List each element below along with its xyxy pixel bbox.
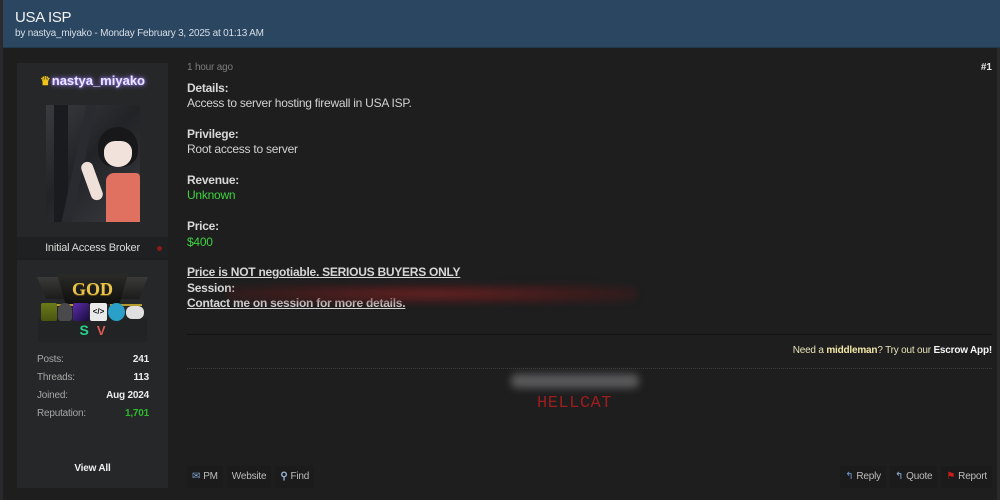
find-button[interactable]: ⚲ Find — [275, 466, 315, 488]
thread-byline: by nastya_miyako - Monday February 3, 20… — [15, 28, 264, 39]
thread-header: USA ISP by nastya_miyako - Monday Februa… — [3, 0, 1000, 48]
view-all-awards-link[interactable]: View All — [17, 463, 168, 474]
pm-label: PM — [203, 471, 218, 482]
revenue-value: Unknown — [187, 188, 236, 203]
post-actions-left: ✉ PM Website ⚲ Find — [187, 466, 318, 488]
stat-label: Joined: — [37, 390, 68, 401]
redacted-signature-url — [511, 374, 639, 388]
dotted-divider — [187, 368, 992, 369]
signature-text: HELLCAT — [537, 394, 612, 413]
mail-icon: ✉ — [192, 471, 201, 482]
website-label: Website — [231, 471, 267, 482]
price-label: Price: — [187, 219, 219, 234]
pm-button[interactable]: ✉ PM — [187, 466, 223, 488]
thread-title: USA ISP — [15, 9, 72, 26]
post-time[interactable]: 1 hour ago — [187, 62, 233, 73]
revenue-label: Revenue: — [187, 173, 240, 188]
price-value: $400 — [187, 234, 213, 249]
username-text[interactable]: nastya_miyako — [52, 73, 145, 88]
avatar[interactable] — [46, 105, 140, 222]
escrow-text: ? Try out our — [877, 345, 934, 356]
post: 1 hour ago #1 Details: Access to server … — [187, 60, 992, 490]
details-value: Access to server hosting firewall in USA… — [187, 96, 412, 111]
rank-row: Initial Access Broker — [17, 237, 168, 259]
stat-value: 241 — [132, 354, 149, 365]
stat-reputation[interactable]: Reputation: 1,701 — [37, 408, 149, 422]
avatar-art — [106, 173, 140, 222]
reply-label: Reply — [856, 471, 881, 482]
privilege-value: Root access to server — [187, 142, 298, 157]
stat-label: Reputation: — [37, 408, 86, 419]
badge-v-icon: V — [96, 323, 106, 338]
forum-page: USA ISP by nastya_miyako - Monday Februa… — [0, 0, 1000, 500]
code-award-icon[interactable]: </> — [90, 303, 107, 321]
stat-joined: Joined: Aug 2024 — [37, 390, 149, 404]
author-username[interactable]: ♛nastya_miyako — [17, 73, 168, 88]
escrow-middleman: middleman — [826, 345, 878, 356]
monitor-award-icon[interactable] — [108, 303, 125, 321]
report-label: Report — [958, 471, 987, 482]
reply-button[interactable]: ↰ Reply — [840, 466, 886, 488]
report-button[interactable]: ⚑ Report — [941, 466, 992, 488]
author-sidebar: ♛nastya_miyako Initial Access Broker GOD… — [17, 63, 168, 488]
quote-button[interactable]: ↰ Quote — [889, 466, 938, 488]
find-label: Find — [290, 471, 310, 482]
offline-status-icon — [157, 246, 162, 251]
rank-title: Initial Access Broker — [45, 242, 140, 254]
escrow-promo[interactable]: Need a middleman? Try out our Escrow App… — [792, 345, 993, 356]
purple-box-award-icon[interactable] — [73, 303, 89, 321]
hooded-figure-award-icon[interactable] — [58, 303, 72, 321]
stats-card: GOD SV Posts: 241 Threads: 113 Joined: A… — [17, 260, 168, 488]
post-actions-right: ↰ Reply ↰ Quote ⚑ Report — [836, 466, 992, 488]
avatar-art — [79, 160, 105, 202]
details-label: Details: — [187, 81, 229, 95]
escrow-app-link[interactable]: Escrow App! — [933, 345, 992, 356]
post-body: Details: Access to server hosting firewa… — [187, 81, 787, 311]
stat-posts: Posts: 241 — [37, 354, 149, 368]
signature-divider — [187, 334, 992, 335]
redacted-session-id — [227, 284, 637, 304]
search-icon: ⚲ — [280, 471, 288, 482]
group-banner: GOD — [37, 274, 148, 306]
profile-card: ♛nastya_miyako — [17, 63, 168, 237]
crown-icon: ♛ — [40, 74, 51, 88]
flag-icon: ⚑ — [946, 471, 956, 482]
stat-value: 113 — [133, 372, 149, 383]
post-number[interactable]: #1 — [981, 62, 992, 73]
avatar-art — [104, 141, 132, 167]
price-notice: Price is NOT negotiable. SERIOUS BUYERS … — [187, 265, 461, 280]
stat-threads: Threads: 113 — [37, 372, 149, 386]
quote-label: Quote — [906, 471, 933, 482]
gamepad-award-icon[interactable] — [126, 306, 144, 319]
stat-value: Aug 2024 — [106, 390, 149, 401]
website-button[interactable]: Website — [226, 466, 272, 488]
stat-label: Threads: — [37, 372, 75, 383]
reply-icon: ↰ — [845, 471, 854, 482]
awards-row: </> — [41, 303, 146, 325]
reputation-value[interactable]: 1,701 — [125, 408, 149, 419]
group-banner-text: GOD — [71, 279, 113, 299]
escrow-text: Need a — [792, 345, 827, 356]
gift-award-icon[interactable] — [41, 303, 57, 321]
quote-icon: ↰ — [894, 471, 904, 482]
privilege-label: Privilege: — [187, 127, 239, 142]
stat-label: Posts: — [37, 354, 64, 365]
